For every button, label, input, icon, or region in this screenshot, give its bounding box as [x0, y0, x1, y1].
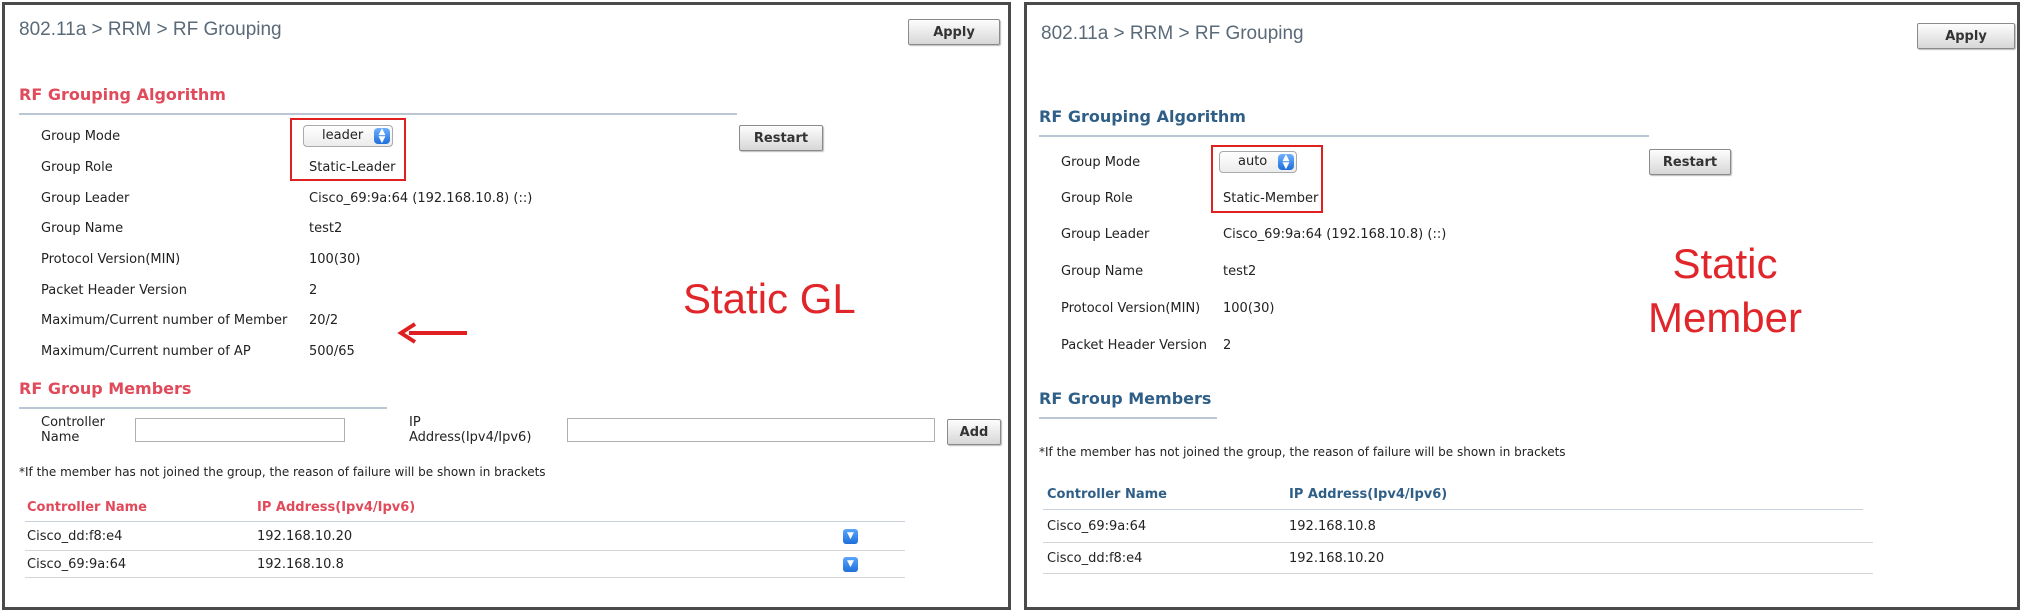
group-leader-value: Cisco_69:9a:64 (192.168.10.8) (::) — [1223, 227, 1447, 242]
row-divider — [25, 577, 905, 578]
group-name-value: test2 — [309, 221, 343, 236]
breadcrumb: 802.11a > RRM > RF Grouping — [1041, 23, 1304, 44]
row-divider — [1043, 542, 1873, 543]
group-name-label: Group Name — [1061, 264, 1144, 279]
group-leader-label: Group Leader — [41, 191, 130, 206]
table-row-ip: 192.168.10.8 — [257, 557, 344, 572]
failure-note: *If the member has not joined the group,… — [1039, 445, 1566, 459]
row-dropdown-icon[interactable]: ▼ — [843, 529, 858, 544]
protocol-version-value: 100(30) — [1223, 301, 1275, 316]
group-name-label: Group Name — [41, 221, 124, 236]
max-current-member-value: 20/2 — [309, 313, 339, 328]
table-row-ip: 192.168.10.20 — [257, 529, 353, 544]
ip-address-input[interactable] — [567, 418, 935, 442]
group-leader-value: Cisco_69:9a:64 (192.168.10.8) (::) — [309, 191, 533, 206]
group-leader-label: Group Leader — [1061, 227, 1150, 242]
packet-header-version-value: 2 — [1223, 338, 1232, 353]
col-ip-address: IP Address(Ipv4/Ipv6) — [1289, 487, 1448, 502]
controller-name-label: Controller Name — [41, 415, 105, 445]
table-row-name: Cisco_69:9a:64 — [1047, 519, 1147, 534]
panel-static-member: 802.11a > RRM > RF Grouping Apply RF Gro… — [1024, 2, 2020, 610]
highlight-box — [1211, 145, 1323, 213]
max-current-member-label: Maximum/Current number of Member — [41, 313, 288, 328]
col-ip-address: IP Address(Ipv4/Ipv6) — [257, 500, 416, 515]
panel-static-leader: 802.11a > RRM > RF Grouping Apply RF Gro… — [2, 2, 1011, 610]
controller-name-input[interactable] — [135, 418, 345, 442]
divider — [1039, 417, 1217, 419]
max-current-ap-value: 500/65 — [309, 344, 355, 359]
apply-button[interactable]: Apply — [908, 19, 1000, 45]
divider — [19, 113, 737, 115]
rf-group-members-title: RF Group Members — [19, 379, 192, 398]
row-divider — [1043, 573, 1873, 574]
protocol-version-label: Protocol Version(MIN) — [41, 252, 181, 267]
max-current-ap-label: Maximum/Current number of AP — [41, 344, 251, 359]
col-controller-name: Controller Name — [1047, 487, 1167, 502]
table-row-ip: 192.168.10.20 — [1289, 551, 1385, 566]
restart-button[interactable]: Restart — [1649, 149, 1731, 175]
table-header-line — [25, 521, 905, 522]
arrow-left-icon — [397, 322, 467, 344]
group-name-value: test2 — [1223, 264, 1257, 279]
apply-button[interactable]: Apply — [1917, 23, 2015, 49]
annotation-static-member: Static Member — [1647, 240, 1803, 341]
group-mode-label: Group Mode — [41, 129, 121, 144]
protocol-version-value: 100(30) — [309, 252, 361, 267]
packet-header-version-value: 2 — [309, 283, 318, 298]
divider — [19, 407, 387, 409]
restart-button[interactable]: Restart — [739, 125, 823, 151]
table-row-name: Cisco_dd:f8:e4 — [27, 529, 123, 544]
ip-address-label: IP Address(Ipv4/Ipv6) — [409, 415, 532, 445]
col-controller-name: Controller Name — [27, 500, 147, 515]
row-divider — [25, 550, 905, 551]
packet-header-version-label: Packet Header Version — [1061, 338, 1207, 353]
table-header-line — [1043, 509, 1863, 510]
rf-grouping-algorithm-title: RF Grouping Algorithm — [19, 85, 226, 104]
row-dropdown-icon[interactable]: ▼ — [843, 557, 858, 572]
failure-note: *If the member has not joined the group,… — [19, 465, 546, 479]
add-button[interactable]: Add — [947, 419, 1001, 445]
group-role-label: Group Role — [41, 160, 113, 175]
rf-group-members-title: RF Group Members — [1039, 389, 1212, 408]
packet-header-version-label: Packet Header Version — [41, 283, 187, 298]
table-row-name: Cisco_dd:f8:e4 — [1047, 551, 1143, 566]
protocol-version-label: Protocol Version(MIN) — [1061, 301, 1201, 316]
divider — [1039, 135, 1649, 137]
table-row-name: Cisco_69:9a:64 — [27, 557, 127, 572]
table-row-ip: 192.168.10.8 — [1289, 519, 1376, 534]
group-mode-label: Group Mode — [1061, 155, 1141, 170]
annotation-static-gl: Static GL — [683, 275, 856, 322]
breadcrumb: 802.11a > RRM > RF Grouping — [19, 19, 282, 40]
group-role-label: Group Role — [1061, 191, 1133, 206]
rf-grouping-algorithm-title: RF Grouping Algorithm — [1039, 107, 1246, 126]
highlight-box — [290, 118, 406, 181]
